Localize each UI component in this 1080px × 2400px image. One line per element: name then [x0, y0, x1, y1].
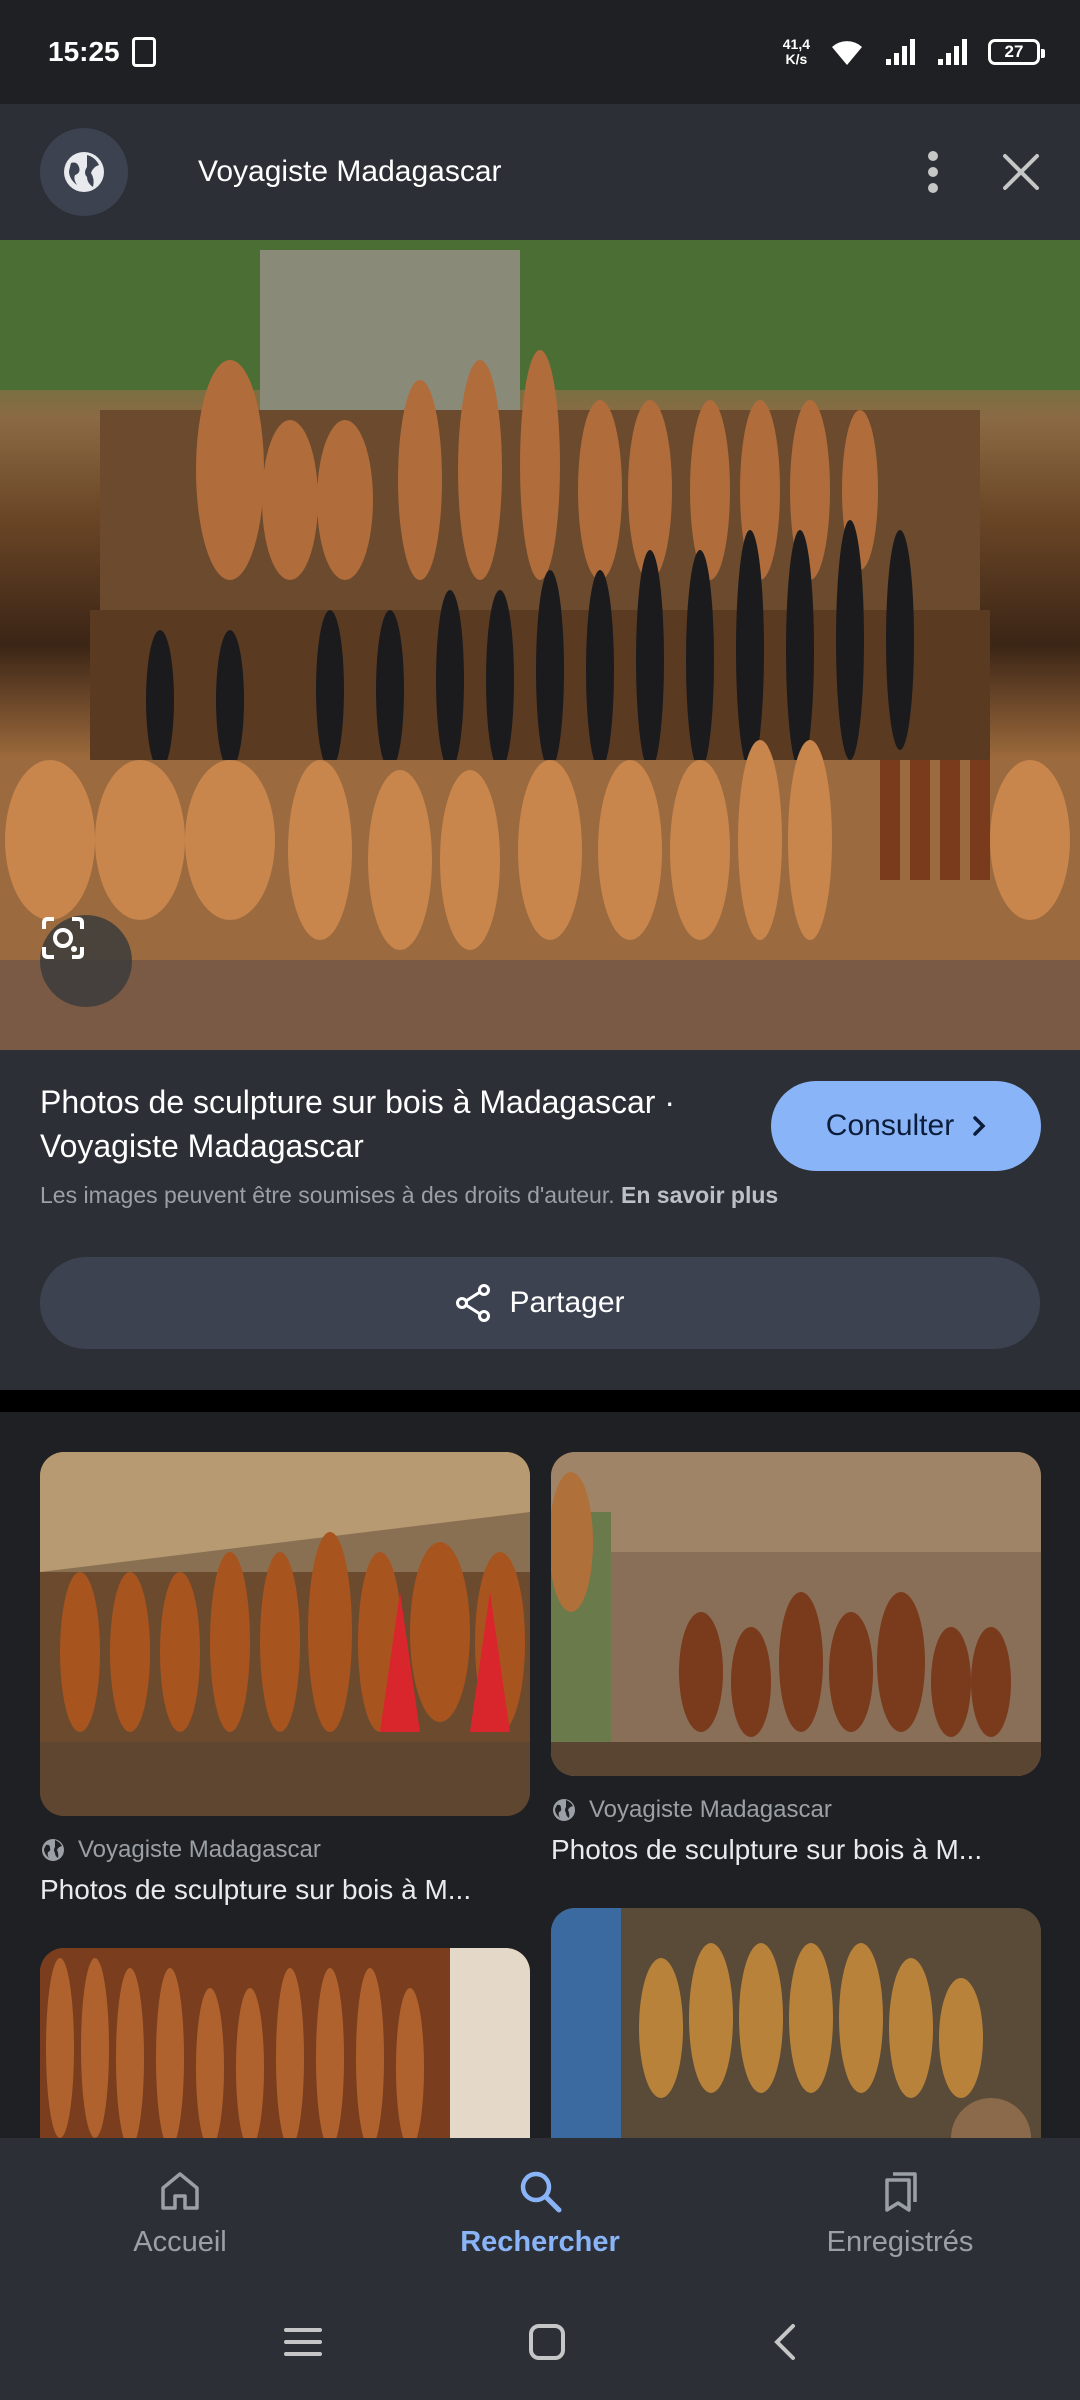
status-time: 15:25 — [48, 36, 120, 67]
close-button[interactable] — [1002, 153, 1040, 191]
close-icon — [1003, 154, 1039, 190]
result-source-label: Voyagiste Madagascar — [78, 1836, 321, 1863]
related-images-grid: Voyagiste Madagascar Photos de sculpture… — [0, 1412, 1080, 2138]
share-button[interactable]: Partager — [40, 1257, 1040, 1349]
lens-search-button[interactable] — [40, 915, 132, 1007]
site-favicon[interactable] — [40, 128, 128, 216]
home-system-button[interactable] — [528, 2323, 566, 2366]
image-title[interactable]: Photos de sculpture sur bois à Madagasca… — [40, 1080, 760, 1168]
globe-icon — [553, 1799, 575, 1821]
bookmarks-icon — [885, 2171, 917, 2212]
nav-saved[interactable]: Enregistrés — [720, 2138, 1080, 2288]
copyright-notice: Les images peuvent être soumises à des d… — [40, 1182, 778, 1209]
back-system-button[interactable] — [771, 2322, 797, 2367]
globe-icon — [64, 152, 104, 192]
battery-level: 27 — [1004, 42, 1024, 61]
learn-more-link[interactable]: En savoir plus — [621, 1182, 778, 1208]
section-divider — [0, 1390, 1080, 1412]
signal-icon — [886, 39, 915, 65]
result-title[interactable]: Photos de sculpture sur bois à M... — [40, 1874, 530, 1906]
network-speed-unit: K/s — [785, 51, 808, 67]
back-icon — [774, 2323, 796, 2360]
share-label: Partager — [509, 1286, 625, 1319]
result-card[interactable]: Voyagiste Madagascar Photos de sculpture… — [551, 1452, 1041, 1866]
result-image[interactable] — [40, 1452, 530, 1816]
nav-search[interactable]: Rechercher — [360, 2138, 720, 2288]
result-image[interactable] — [551, 1452, 1041, 1776]
wood-masks-photo — [0, 240, 1080, 1050]
bottom-navigation: Accueil Rechercher Enregistrés — [0, 2138, 1080, 2288]
status-indicators: 41,4 K/s 27 — [783, 37, 1045, 67]
more-options-button[interactable] — [926, 150, 940, 194]
result-source: Voyagiste Madagascar — [40, 1836, 530, 1864]
result-image[interactable] — [551, 1908, 1041, 2138]
square-icon — [528, 2323, 565, 2360]
page-title: Voyagiste Madagascar — [198, 155, 502, 188]
hero-image[interactable] — [0, 240, 1080, 1050]
vibrate-icon — [131, 37, 156, 67]
nav-search-label: Rechercher — [460, 2225, 620, 2258]
signal-icon — [938, 39, 967, 65]
share-icon — [456, 1284, 491, 1322]
nav-home[interactable]: Accueil — [0, 2138, 360, 2288]
menu-icon — [283, 2327, 322, 2356]
result-card[interactable]: Voyagiste Madagascar Photos de sculpture… — [40, 1452, 530, 1906]
lens-icon — [42, 917, 84, 959]
wifi-icon — [832, 41, 862, 65]
home-icon — [161, 2171, 199, 2210]
consult-button[interactable]: Consulter — [771, 1081, 1041, 1171]
viewer-header: Voyagiste Madagascar — [0, 104, 1080, 240]
result-title[interactable]: Photos de sculpture sur bois à M... — [551, 1834, 1041, 1866]
result-image[interactable] — [40, 1948, 530, 2138]
chevron-right-icon — [973, 1116, 986, 1136]
system-navigation — [0, 2288, 1080, 2400]
result-source: Voyagiste Madagascar — [551, 1796, 1041, 1824]
more-vert-icon — [928, 151, 938, 193]
header-actions — [926, 150, 1040, 194]
network-speed-value: 41,4 — [782, 36, 810, 52]
status-bar: 15:25 41,4 K/s 27 — [0, 0, 1080, 104]
network-speed: 41,4 K/s — [783, 37, 810, 67]
recent-apps-button[interactable] — [283, 2325, 323, 2364]
nav-home-label: Accueil — [133, 2225, 227, 2258]
nav-saved-label: Enregistrés — [826, 2225, 974, 2258]
globe-icon — [42, 1839, 64, 1861]
battery-icon: 27 — [988, 39, 1045, 65]
result-source-label: Voyagiste Madagascar — [589, 1796, 832, 1823]
copyright-text: Les images peuvent être soumises à des d… — [40, 1182, 615, 1208]
consult-label: Consulter — [825, 1109, 955, 1142]
result-card[interactable] — [551, 1908, 1041, 2138]
image-info-panel: Photos de sculpture sur bois à Madagasca… — [0, 1050, 1080, 1390]
result-card[interactable] — [40, 1948, 530, 2138]
search-icon — [520, 2171, 562, 2212]
